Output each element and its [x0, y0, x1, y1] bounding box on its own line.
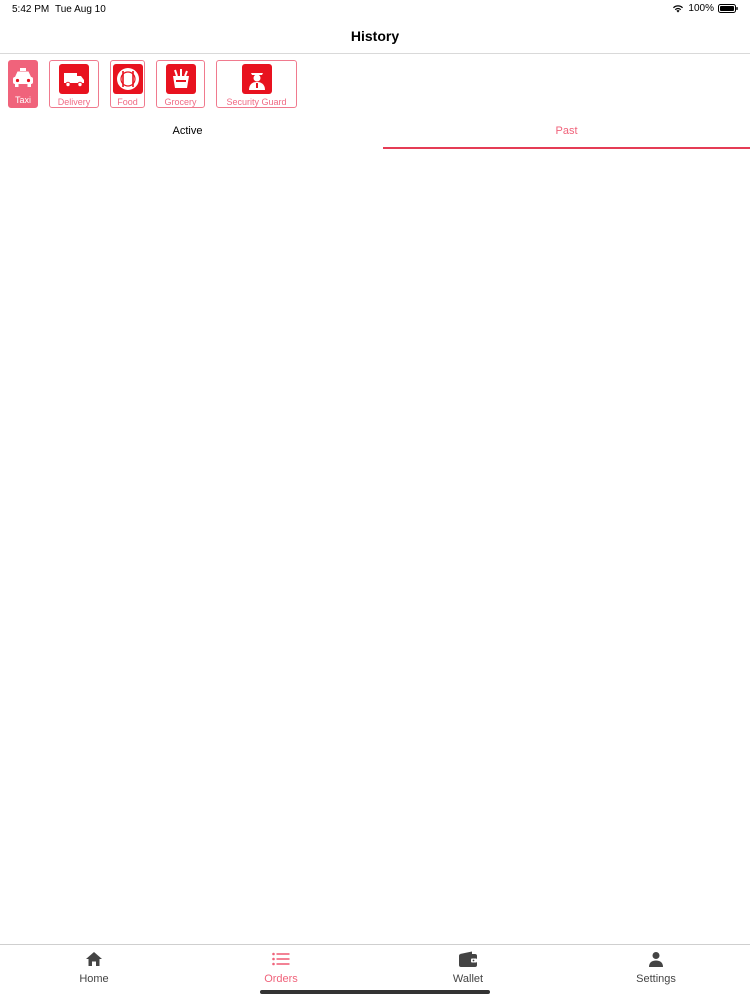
category-food[interactable]: Food [110, 60, 145, 108]
category-grocery[interactable]: Grocery [156, 60, 205, 108]
security-guard-icon [241, 64, 272, 94]
category-delivery[interactable]: Delivery [49, 60, 99, 108]
page-title: History [350, 28, 400, 44]
home-indicator [260, 990, 490, 994]
status-date: Tue Aug 10 [55, 4, 106, 15]
status-bar: 5:42 PM Tue Aug 10 100% [0, 0, 750, 20]
history-list [0, 150, 750, 943]
battery-percent: 100% [688, 3, 714, 14]
tab-label: Settings [636, 973, 676, 985]
tab-home[interactable]: Home [34, 949, 154, 985]
wifi-icon [672, 4, 684, 13]
category-label: Grocery [164, 97, 197, 107]
tab-label: Wallet [452, 973, 484, 985]
navigation-bar: History [0, 20, 750, 54]
category-label: Taxi [14, 95, 31, 105]
wallet-icon [408, 949, 528, 969]
category-label: Food [117, 97, 138, 107]
home-icon [34, 949, 154, 969]
category-taxi[interactable]: Taxi [8, 60, 38, 108]
tab-active[interactable]: Active [0, 116, 375, 149]
tab-label: Orders [264, 973, 298, 985]
category-label: Security Guard [226, 97, 287, 107]
tab-wallet[interactable]: Wallet [408, 949, 528, 985]
category-security-guard[interactable]: Security Guard [216, 60, 297, 108]
tab-label: Home [79, 973, 109, 985]
taxi-icon [10, 64, 36, 92]
status-indicators: 100% [672, 3, 738, 14]
tab-settings[interactable]: Settings [596, 949, 716, 985]
list-icon [221, 949, 341, 969]
tab-orders[interactable]: Orders [221, 949, 341, 985]
category-strip: Taxi Delivery Food Grocery Security Guar… [0, 60, 750, 108]
grocery-bag-icon [165, 64, 196, 94]
delivery-truck-icon [59, 64, 89, 94]
tab-past[interactable]: Past [383, 116, 750, 149]
status-time: 5:42 PM [12, 4, 50, 15]
history-tabs: Active Past [0, 116, 750, 149]
food-plate-icon [112, 64, 143, 94]
category-label: Delivery [57, 97, 91, 107]
battery-icon [718, 4, 738, 13]
person-icon [596, 949, 716, 969]
